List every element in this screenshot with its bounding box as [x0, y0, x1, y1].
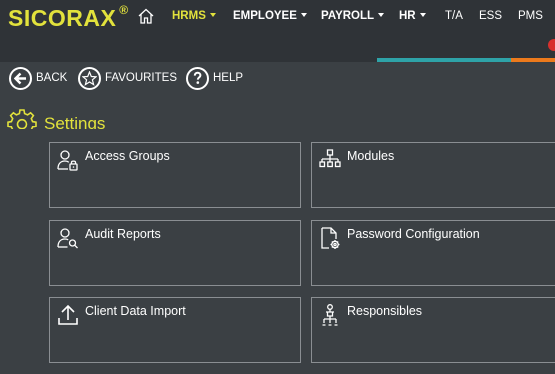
- page-title: Settings: [44, 114, 106, 130]
- tile-label: Client Data Import: [85, 304, 186, 318]
- tile-modules[interactable]: Modules: [311, 142, 555, 208]
- top-navigation-bar: SICORAX ® HRMS EMPLOYEE PAYROLL HR T/A ES…: [0, 0, 555, 62]
- tile-client-data-import[interactable]: Client Data Import: [49, 297, 301, 363]
- upload-icon: [58, 304, 78, 325]
- tile-audit-reports[interactable]: Audit Reports: [49, 220, 301, 286]
- nav-item-pms[interactable]: PMS: [518, 10, 543, 22]
- accent-stripe-teal: [377, 58, 511, 62]
- nav-item-hr[interactable]: HR: [399, 10, 426, 22]
- nav-item-hrms[interactable]: HRMS: [172, 10, 216, 22]
- help-button[interactable]: HELP: [186, 65, 243, 91]
- arrow-left-icon: [9, 66, 32, 90]
- notification-indicator[interactable]: [548, 39, 555, 51]
- chevron-down-icon: [378, 12, 385, 17]
- question-icon: [186, 66, 209, 90]
- tile-label: Audit Reports: [85, 227, 161, 241]
- sitemap-icon: [319, 149, 341, 168]
- chevron-down-icon: [300, 12, 307, 17]
- back-button[interactable]: BACK: [9, 65, 67, 91]
- favourites-label: FAVOURITES: [105, 72, 177, 84]
- chevron-down-icon: [419, 12, 426, 17]
- tile-label: Modules: [347, 149, 395, 163]
- tile-label: Password Configuration: [347, 227, 480, 241]
- page-header: Settings: [6, 106, 126, 130]
- tile-password-configuration[interactable]: Password Configuration: [311, 220, 555, 286]
- tile-label: Responsibles: [347, 304, 423, 318]
- user-lock-icon: [57, 150, 78, 171]
- home-icon[interactable]: [137, 7, 155, 25]
- brand-logo[interactable]: SICORAX ®: [8, 3, 129, 32]
- nav-item-employee[interactable]: EMPLOYEE: [233, 10, 307, 22]
- star-icon: [78, 66, 101, 90]
- tile-responsibles[interactable]: Responsibles: [311, 297, 555, 363]
- back-label: BACK: [36, 72, 68, 84]
- nav-item-ta[interactable]: T/A: [445, 10, 463, 22]
- accent-stripe-orange: [511, 58, 555, 62]
- person-hierarchy-icon: [322, 304, 338, 326]
- file-gear-icon: [321, 227, 340, 249]
- favourites-button[interactable]: FAVOURITES: [78, 65, 177, 91]
- nav-item-ess[interactable]: ESS: [479, 10, 502, 22]
- gear-icon: [7, 109, 37, 130]
- user-search-icon: [57, 228, 78, 249]
- help-label: HELP: [213, 72, 244, 84]
- tile-label: Access Groups: [85, 149, 170, 163]
- settings-grid: Access Groups Modules Audit Reports Pass…: [0, 129, 555, 374]
- tile-access-groups[interactable]: Access Groups: [49, 142, 301, 208]
- chevron-down-icon: [209, 12, 216, 17]
- nav-item-payroll[interactable]: PAYROLL: [321, 10, 385, 22]
